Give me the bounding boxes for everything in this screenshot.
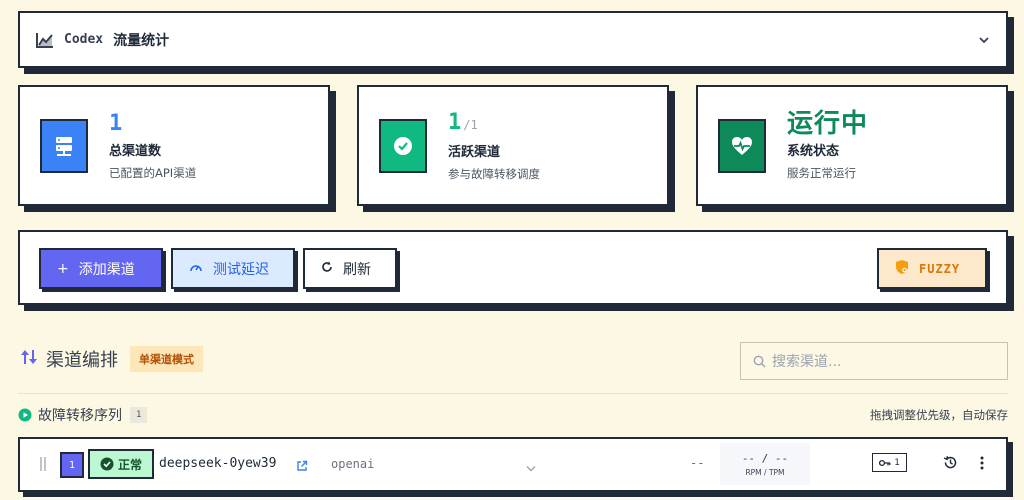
fuzzy-label: FUZZY (919, 261, 961, 276)
stat-subtitle: 服务正常运行 (787, 165, 856, 180)
check-circle-icon (100, 457, 114, 471)
traffic-stats-header[interactable]: Codex 流量统计 (18, 11, 1008, 68)
provider-select[interactable]: openai (331, 457, 374, 471)
stat-card-system-status: 运行中 系统状态 服务正常运行 (696, 85, 1008, 206)
queue-count-badge: 1 (130, 407, 148, 423)
shield-icon (895, 259, 909, 279)
search-input[interactable]: 搜索渠道... (740, 342, 1008, 380)
key-count-value: 1 (894, 457, 900, 468)
refresh-icon (321, 261, 333, 277)
priority-badge: 1 (60, 452, 84, 478)
plus-icon: + (57, 260, 69, 277)
chart-line-icon (36, 32, 54, 48)
external-link-icon[interactable] (296, 457, 308, 476)
stat-value-active: 1 (448, 109, 462, 135)
fuzzy-mode-button[interactable]: FUZZY (877, 248, 987, 289)
drag-hint: 拖拽调整优先级，自动保存 (870, 408, 1008, 422)
app-name: Codex (64, 32, 104, 47)
chevron-down-icon[interactable] (526, 457, 536, 476)
stat-value: 运行中 (787, 108, 869, 139)
stat-value: 1 (109, 110, 123, 136)
add-channel-button[interactable]: + 添加渠道 (39, 248, 163, 289)
divider (18, 393, 1008, 394)
play-circle-icon (18, 408, 32, 422)
gauge-icon (189, 261, 203, 277)
stat-subtitle: 已配置的API渠道 (109, 165, 197, 180)
rate-box: -- / -- RPM / TPM (720, 443, 810, 485)
sort-arrows-icon (20, 348, 38, 370)
status-badge: 正常 (88, 449, 154, 479)
latency-value: -- (690, 456, 705, 470)
stat-label: 活跃渠道 (448, 144, 501, 160)
stat-label: 系统状态 (787, 143, 840, 159)
check-circle-icon (379, 118, 427, 173)
rate-value: -- / -- (741, 451, 789, 465)
stat-label: 总渠道数 (109, 143, 162, 159)
section-header: 渠道编排 单渠道模式 (20, 346, 203, 372)
status-label: 正常 (117, 457, 142, 472)
test-latency-button[interactable]: 测试延迟 (171, 248, 295, 289)
heart-pulse-icon (718, 118, 766, 173)
failover-queue-header: 故障转移序列 1 拖拽调整优先级，自动保存 (18, 404, 1008, 426)
mode-badge: 单渠道模式 (130, 346, 203, 372)
api-key-count[interactable]: 1 (872, 453, 907, 472)
key-icon (879, 459, 891, 466)
history-icon[interactable] (943, 455, 958, 474)
drag-handle-icon[interactable] (40, 456, 46, 475)
stat-subtitle: 参与故障转移调度 (448, 166, 540, 181)
more-menu-icon[interactable] (980, 455, 984, 474)
action-toolbar: + 添加渠道 测试延迟 刷新 FUZZY (18, 230, 1008, 305)
channel-name: deepseek-0yew39 (159, 456, 277, 471)
stat-value-total: /1 (463, 117, 478, 132)
stat-card-active-channels: 1/1 活跃渠道 参与故障转移调度 (357, 85, 669, 206)
search-placeholder: 搜索渠道... (772, 354, 842, 370)
test-latency-label: 测试延迟 (213, 261, 269, 278)
search-icon (753, 355, 766, 368)
rate-label: RPM / TPM (745, 467, 785, 477)
add-channel-label: 添加渠道 (78, 261, 135, 278)
server-icon (40, 118, 88, 173)
chevron-down-icon[interactable] (978, 33, 990, 47)
queue-title: 故障转移序列 (38, 408, 122, 424)
stat-card-total-channels: 1 总渠道数 已配置的API渠道 (18, 85, 330, 206)
page-title: 流量统计 (113, 32, 170, 49)
section-title: 渠道编排 (46, 350, 118, 371)
refresh-button[interactable]: 刷新 (303, 248, 397, 289)
refresh-label: 刷新 (343, 261, 371, 278)
channel-row[interactable]: 1 正常 deepseek-0yew39 openai -- -- / -- R… (18, 437, 1008, 492)
stat-value: 1/1 (448, 110, 540, 138)
